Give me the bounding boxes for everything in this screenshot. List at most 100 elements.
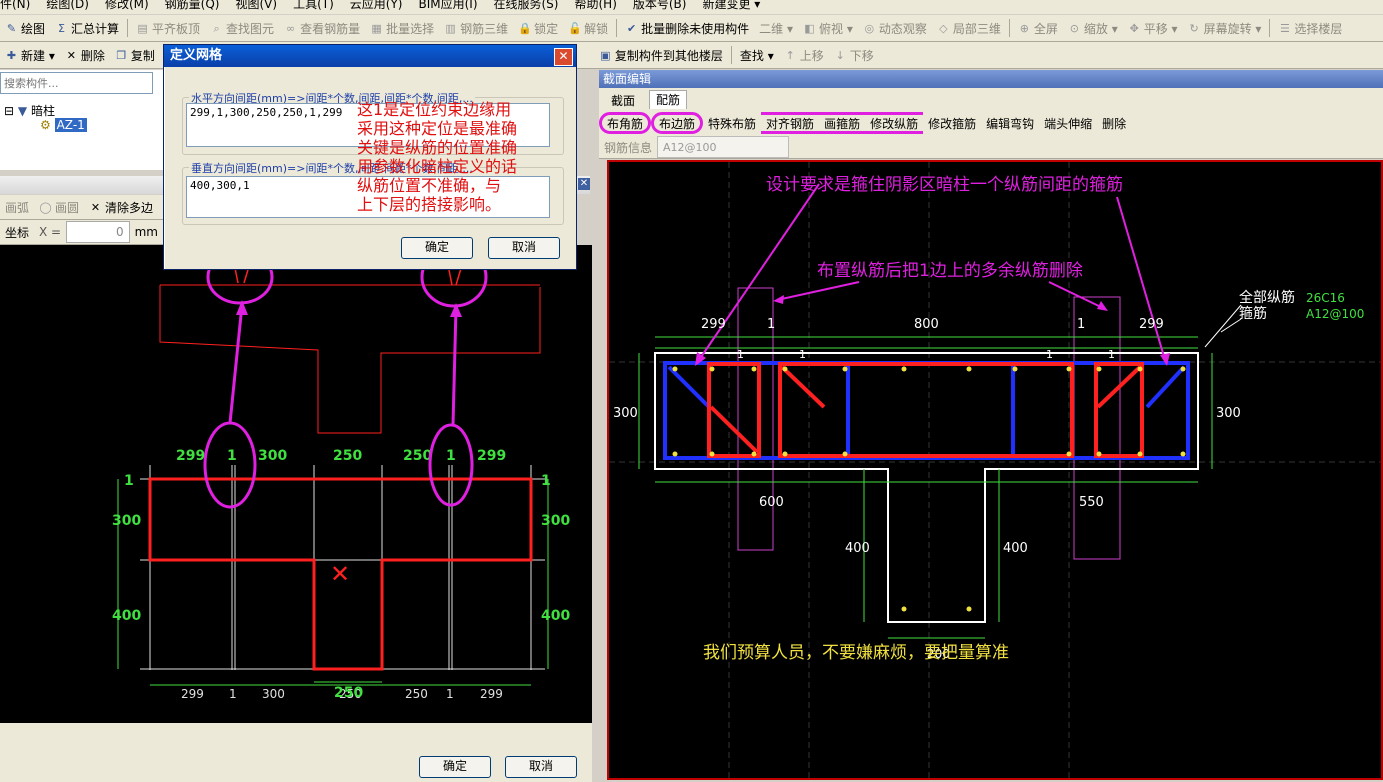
delete-button[interactable]: ✕ 删除 [60, 45, 110, 65]
grid-right-dim: 1 [541, 473, 551, 489]
toolbar-button[interactable]: ⊙ 缩放 ▾ [1063, 18, 1123, 38]
rebar-tool-button[interactable]: 特殊布筋 [703, 113, 761, 133]
tree-root[interactable]: ⊟ ▼ 暗柱 [4, 102, 55, 119]
component-search-input[interactable] [0, 72, 153, 94]
toolbar-button[interactable]: 二维 ▾ [754, 18, 798, 38]
toolbar-button[interactable]: ↻ 屏幕旋转 ▾ [1183, 18, 1267, 38]
toolbar-icon: ▤ [137, 21, 148, 35]
rebar-tool-button[interactable]: 修改箍筋 [923, 113, 981, 133]
close-icon[interactable]: ✕ [554, 48, 573, 66]
section-canvas[interactable]: 299 1 800 1 299 1 1 1 1 300 300 600 550 … [607, 160, 1383, 780]
toolbar-icon: ◎ [864, 21, 875, 35]
toolbar-button[interactable]: ◧ 俯视 ▾ [798, 18, 858, 38]
rebar-tool-button[interactable]: 布边筋 [651, 112, 704, 134]
rebar-tool-button[interactable]: 端头伸缩 [1039, 113, 1097, 133]
menu-item[interactable]: 绘图(D) [46, 0, 89, 11]
toolbar-button[interactable]: ◎ 动态观察 [858, 18, 932, 38]
toolbar-button[interactable]: ▦ 批量选择 [365, 18, 439, 38]
draw-arc-button[interactable]: 画弧 [0, 197, 34, 217]
menu-item[interactable]: 视图(V) [235, 0, 277, 11]
dialog-ok-button[interactable]: 确定 [401, 237, 473, 259]
grid-top-dim: 300 [258, 448, 287, 464]
dim-299-right: 299 [1139, 317, 1164, 332]
toolbar-icon: 🔓 [568, 21, 582, 35]
toolbar-icon: ☰ [1279, 21, 1290, 35]
x-input[interactable]: 0 [66, 221, 130, 243]
new-button[interactable]: ✚ 新建 ▾ [0, 45, 60, 65]
rebar-tool-button[interactable]: 布角筋 [599, 112, 652, 134]
toolbar-icon: ◇ [939, 21, 948, 35]
tab-section[interactable]: 截面 [605, 92, 641, 110]
tree-item-az-1[interactable]: ⚙ AZ-1 [40, 118, 87, 132]
copy-to-other-floor-button[interactable]: ▣ 复制构件到其他楼层 [594, 45, 728, 65]
move-down-button[interactable]: ↓ 下移 [829, 45, 879, 65]
copy-icon: ❐ [116, 48, 127, 62]
move-up-button[interactable]: ↑ 上移 [779, 45, 829, 65]
rebar-tool-button[interactable]: 修改纵筋 [865, 112, 924, 134]
draw-circle-button[interactable]: ◯ 画圆 [34, 197, 84, 217]
menu-item[interactable]: 版本号(B) [633, 0, 687, 11]
toolbar-button[interactable]: ▥ 钢筋三维 [439, 18, 513, 38]
toolbar-button[interactable]: ✔ 批量删除未使用构件 [620, 18, 754, 38]
find-button[interactable]: 查找 ▾ [735, 45, 779, 65]
dim-400-left: 400 [845, 541, 870, 556]
editor-cancel-button[interactable]: 取消 [505, 756, 577, 778]
menu-item[interactable]: 新建变更 ▾ [702, 0, 760, 11]
grid-bottom-dim: 300 [262, 687, 285, 701]
menu-item[interactable]: 帮助(H) [574, 0, 616, 11]
draw-toolbar: 画弧 ◯ 画圆 ✕ 清除多边 [0, 195, 163, 220]
delete-note: 布置纵筋后把1边上的多余纵筋删除 [817, 261, 1083, 281]
menu-item[interactable]: 钢筋量(Q) [165, 0, 220, 11]
separator [616, 19, 618, 37]
new-icon: ✚ [6, 48, 17, 62]
clear-polygon-button[interactable]: ✕ 清除多边 [84, 197, 158, 217]
grid-canvas[interactable]: ✕ 299 1 300 250 250 1 299 299 1 300 250 250 1 299 1 300… [0, 245, 592, 723]
rebar-tool-button[interactable]: 编辑弯钩 [981, 113, 1039, 133]
annotation-note: 这1是定位约束边缘用 采用这种定位是最准确 关键是纵筋的位置准确 用参数化暗柱定义的话… [357, 100, 517, 214]
section-tabs: 截面 配筋 [599, 88, 1383, 110]
toolbar-button[interactable]: 🔓 解锁 [563, 18, 613, 38]
rebar-tool-button[interactable]: 对齐钢筋 [761, 112, 820, 134]
main-toolbar: ✎ 绘图 Σ 汇总计算 ▤ 平齐板顶 ⌕ 查找图元 ∞ 查看钢筋量 ▦ 批量选择 ▥ 钢筋三维 🔒 锁定 🔓 解锁… [0, 15, 1383, 42]
toolbar-button[interactable]: ◇ 局部三维 [932, 18, 1006, 38]
toolbar-button[interactable]: ⌕ 查找图元 [205, 18, 279, 38]
separator [730, 46, 732, 64]
rebar-info-input[interactable]: A12@100 [657, 136, 790, 158]
separator [127, 19, 129, 37]
rebar-tool-button[interactable]: 删除 [1097, 113, 1131, 133]
toolbar-button[interactable]: Σ 汇总计算 [50, 18, 124, 38]
toolbar-button[interactable]: ☰ 选择楼层 [1273, 18, 1347, 38]
mm-label: mm [134, 225, 158, 239]
svg-text:✕: ✕ [330, 560, 350, 588]
toolbar-icon: ⊙ [1069, 21, 1079, 35]
tab-rebar[interactable]: 配筋 [649, 90, 688, 109]
editor-footer: 确定 取消 [0, 723, 592, 782]
toolbar-button[interactable]: 🔒 锁定 [513, 18, 563, 38]
menu-item[interactable]: 工具(T) [293, 0, 334, 11]
toolbar-icon: ⌕ [213, 21, 220, 35]
toolbar-button[interactable]: ✎ 绘图 [0, 18, 50, 38]
toolbar-icon: ✎ [6, 21, 17, 35]
copy-button[interactable]: ❐ 复制 [110, 45, 160, 65]
all-rebar-label: 全部纵筋 [1239, 289, 1295, 306]
toolbar-icon: ✥ [1129, 21, 1139, 35]
menu-item[interactable]: 在线服务(S) [494, 0, 559, 11]
dim-s2: 1 [799, 348, 806, 361]
menu-item[interactable]: 件(N) [0, 0, 30, 11]
toolbar-button[interactable]: ⊕ 全屏 [1013, 18, 1063, 38]
dialog-cancel-button[interactable]: 取消 [488, 237, 560, 259]
menu-item[interactable]: 云应用(Y) [350, 0, 403, 11]
rebar-tool-button[interactable]: 画箍筋 [819, 112, 866, 134]
dim-300-left: 300 [613, 406, 638, 421]
toolbar-button[interactable]: ✥ 平移 ▾ [1123, 18, 1183, 38]
separator [1008, 19, 1010, 37]
dim-s4: 1 [1108, 348, 1115, 361]
editor-ok-button[interactable]: 确定 [419, 756, 491, 778]
circle-icon: ◯ [39, 200, 52, 214]
menu-item[interactable]: BIM应用(I) [418, 0, 477, 11]
toolbar-button[interactable]: ▤ 平齐板顶 [131, 18, 205, 38]
menu-item[interactable]: 修改(M) [105, 0, 149, 11]
stirrup-label: 箍筋 [1239, 305, 1267, 322]
toolbar-button[interactable]: ∞ 查看钢筋量 [279, 18, 365, 38]
close-icon[interactable]: ✕ [578, 178, 590, 190]
